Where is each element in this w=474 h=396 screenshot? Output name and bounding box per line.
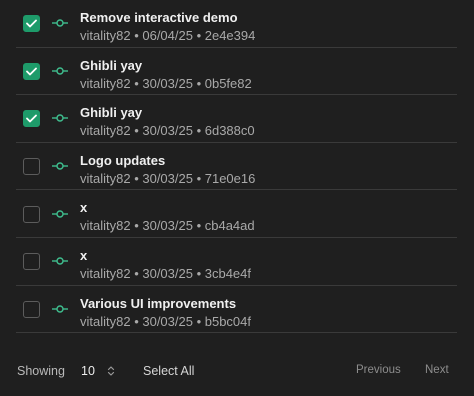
commit-checkbox[interactable] [23, 15, 40, 33]
previous-page-button[interactable]: Previous [356, 364, 401, 376]
commit-row[interactable]: x vitality82 • 30/03/25 • 3cb4e4f [16, 238, 457, 286]
commit-title: Logo updates [80, 152, 166, 168]
pagination-footer: Showing 10 Select All Previous Next [0, 355, 474, 387]
chevron-up-down-icon [107, 366, 115, 376]
git-commit-icon [52, 209, 68, 218]
commit-row[interactable]: Various UI improvements vitality82 • 30/… [16, 286, 457, 334]
commit-row[interactable]: Ghibli yay vitality82 • 30/03/25 • 0b5fe… [16, 48, 457, 96]
commit-row[interactable]: Ghibli yay vitality82 • 30/03/25 • 6d388… [16, 95, 457, 143]
commit-checkbox[interactable] [23, 253, 40, 271]
commit-row[interactable]: x vitality82 • 30/03/25 • cb4a4ad [16, 190, 457, 238]
commit-meta: vitality82 • 30/03/25 • 3cb4e4f [80, 265, 251, 281]
commit-title: x [80, 247, 88, 263]
page-size-value: 10 [81, 364, 95, 378]
checkmark-icon [26, 115, 37, 123]
commit-title: x [80, 200, 88, 216]
next-page-button[interactable]: Next [425, 364, 449, 376]
checkmark-icon [26, 19, 37, 28]
commit-meta: vitality82 • 30/03/25 • cb4a4ad [80, 218, 255, 234]
git-commit-icon [52, 162, 68, 170]
page-size-select[interactable]: 10 [72, 359, 124, 383]
commit-meta: vitality82 • 06/04/25 • 2e4e394 [80, 28, 256, 43]
commit-checkbox[interactable] [23, 300, 40, 318]
commit-checkbox[interactable] [23, 205, 40, 223]
commit-title: Ghibli yay [80, 105, 143, 121]
git-commit-icon [52, 257, 68, 265]
git-commit-icon [52, 67, 68, 75]
select-all-button[interactable]: Select All [143, 364, 194, 378]
commit-meta: vitality82 • 30/03/25 • b5bc04f [80, 313, 251, 329]
commit-title: Ghibli yay [80, 57, 143, 73]
commit-selector: Remove interactive demo vitality82 • 06/… [0, 0, 474, 396]
showing-label: Showing [17, 364, 65, 378]
git-commit-icon [52, 305, 68, 313]
checkmark-icon [26, 67, 37, 76]
commit-meta: vitality82 • 30/03/25 • 6d388c0 [80, 123, 255, 139]
commit-list: Remove interactive demo vitality82 • 06/… [16, 0, 457, 334]
git-commit-icon [52, 114, 68, 123]
commit-checkbox[interactable] [23, 62, 40, 80]
commit-row[interactable]: Remove interactive demo vitality82 • 06/… [16, 0, 457, 48]
commit-title: Various UI improvements [80, 295, 237, 311]
commit-checkbox[interactable] [23, 158, 40, 176]
git-commit-icon [52, 19, 68, 27]
commit-row[interactable]: Logo updates vitality82 • 30/03/25 • 71e… [16, 143, 457, 191]
commit-checkbox[interactable] [23, 110, 40, 128]
commit-meta: vitality82 • 30/03/25 • 0b5fe82 [80, 75, 252, 91]
commit-meta: vitality82 • 30/03/25 • 71e0e16 [80, 170, 256, 186]
commit-title: Remove interactive demo [80, 10, 238, 25]
